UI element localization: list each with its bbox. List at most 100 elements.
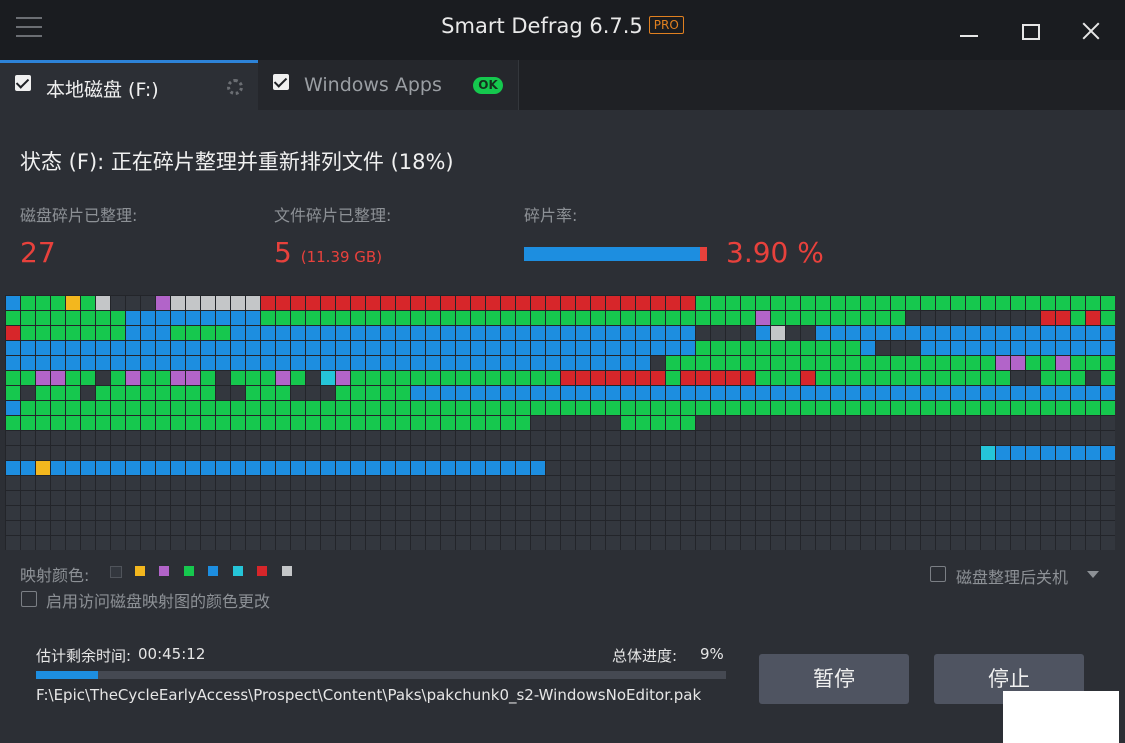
shutdown-checkbox[interactable] xyxy=(930,566,946,582)
disk-block xyxy=(891,446,905,460)
disk-block xyxy=(306,386,320,400)
disk-block xyxy=(141,446,155,460)
disk-block xyxy=(231,476,245,490)
disk-block xyxy=(876,356,890,370)
disk-block xyxy=(1056,521,1070,535)
tab-windows-apps[interactable]: Windows Apps OK xyxy=(258,60,519,110)
disk-block xyxy=(456,311,470,325)
disk-block xyxy=(141,521,155,535)
disk-block xyxy=(411,416,425,430)
disk-block xyxy=(846,461,860,475)
disk-block xyxy=(36,386,50,400)
close-button[interactable] xyxy=(1077,16,1107,46)
disk-block xyxy=(291,476,305,490)
disk-block xyxy=(126,446,140,460)
disk-block xyxy=(771,401,785,415)
shutdown-label[interactable]: 磁盘整理后关机 xyxy=(956,564,1068,588)
disk-block xyxy=(786,416,800,430)
disk-block xyxy=(336,401,350,415)
disk-block xyxy=(1056,446,1070,460)
disk-block xyxy=(261,326,275,340)
minimize-button[interactable] xyxy=(954,16,984,46)
disk-block xyxy=(1011,416,1025,430)
disk-block xyxy=(141,476,155,490)
disk-block xyxy=(981,386,995,400)
pause-button[interactable]: 暂停 xyxy=(759,654,909,704)
tab-local-disk[interactable]: 本地磁盘 (F:) xyxy=(0,60,258,110)
disk-block xyxy=(846,326,860,340)
disk-block xyxy=(576,356,590,370)
disk-block xyxy=(21,386,35,400)
disk-block xyxy=(291,521,305,535)
disk-block xyxy=(741,371,755,385)
legend-swatch xyxy=(134,566,145,576)
disk-block xyxy=(231,341,245,355)
disk-block xyxy=(156,491,170,505)
disk-block xyxy=(891,356,905,370)
color-change-checkbox[interactable] xyxy=(21,591,37,607)
disk-block xyxy=(921,491,935,505)
disk-block xyxy=(351,476,365,490)
disk-block xyxy=(216,476,230,490)
disk-block xyxy=(1056,491,1070,505)
disk-block xyxy=(666,491,680,505)
disk-block xyxy=(36,371,50,385)
disk-block xyxy=(111,386,125,400)
disk-block xyxy=(306,371,320,385)
disk-block xyxy=(1041,461,1055,475)
disk-block xyxy=(1041,491,1055,505)
disk-block xyxy=(861,521,875,535)
legend-label: 映射颜色: xyxy=(20,566,90,585)
frag-rate-label: 碎片率: xyxy=(524,206,578,225)
disk-block xyxy=(231,326,245,340)
disk-block xyxy=(1086,416,1100,430)
disk-block xyxy=(471,461,485,475)
disk-block xyxy=(381,401,395,415)
disk-block xyxy=(786,461,800,475)
disk-defragged-value: 27 xyxy=(20,236,56,269)
disk-block xyxy=(51,401,65,415)
disk-block xyxy=(906,386,920,400)
disk-block xyxy=(21,506,35,520)
disk-block xyxy=(636,341,650,355)
disk-block xyxy=(801,521,815,535)
disk-block xyxy=(381,446,395,460)
disk-block xyxy=(651,431,665,445)
disk-block xyxy=(81,521,95,535)
disk-block xyxy=(621,491,635,505)
color-change-label[interactable]: 启用访问磁盘映射图的颜色更改 xyxy=(46,588,270,612)
disk-block xyxy=(21,446,35,460)
frag-rate-bar xyxy=(524,247,707,261)
disk-block xyxy=(291,311,305,325)
disk-block xyxy=(366,401,380,415)
disk-block xyxy=(786,371,800,385)
disk-block xyxy=(966,446,980,460)
disk-block xyxy=(666,371,680,385)
disk-block xyxy=(891,341,905,355)
disk-block xyxy=(1011,491,1025,505)
tab-windows-apps-checkbox[interactable] xyxy=(273,74,289,90)
disk-block xyxy=(921,386,935,400)
disk-block xyxy=(1086,536,1100,550)
disk-block xyxy=(156,386,170,400)
disk-block xyxy=(606,431,620,445)
disk-block xyxy=(171,386,185,400)
maximize-button[interactable] xyxy=(1016,16,1046,46)
disk-block xyxy=(336,326,350,340)
menu-icon[interactable] xyxy=(16,17,42,39)
disk-block xyxy=(171,461,185,475)
disk-block xyxy=(966,326,980,340)
disk-block xyxy=(66,401,80,415)
disk-block xyxy=(36,491,50,505)
disk-block xyxy=(606,341,620,355)
disk-block xyxy=(36,476,50,490)
disk-block xyxy=(51,491,65,505)
disk-block xyxy=(231,431,245,445)
disk-block xyxy=(21,491,35,505)
tab-local-disk-checkbox[interactable] xyxy=(15,75,31,91)
disk-block xyxy=(906,446,920,460)
disk-block xyxy=(246,521,260,535)
shutdown-dropdown-icon[interactable] xyxy=(1087,571,1099,578)
disk-block xyxy=(291,536,305,550)
corner-overlay xyxy=(1003,691,1119,743)
